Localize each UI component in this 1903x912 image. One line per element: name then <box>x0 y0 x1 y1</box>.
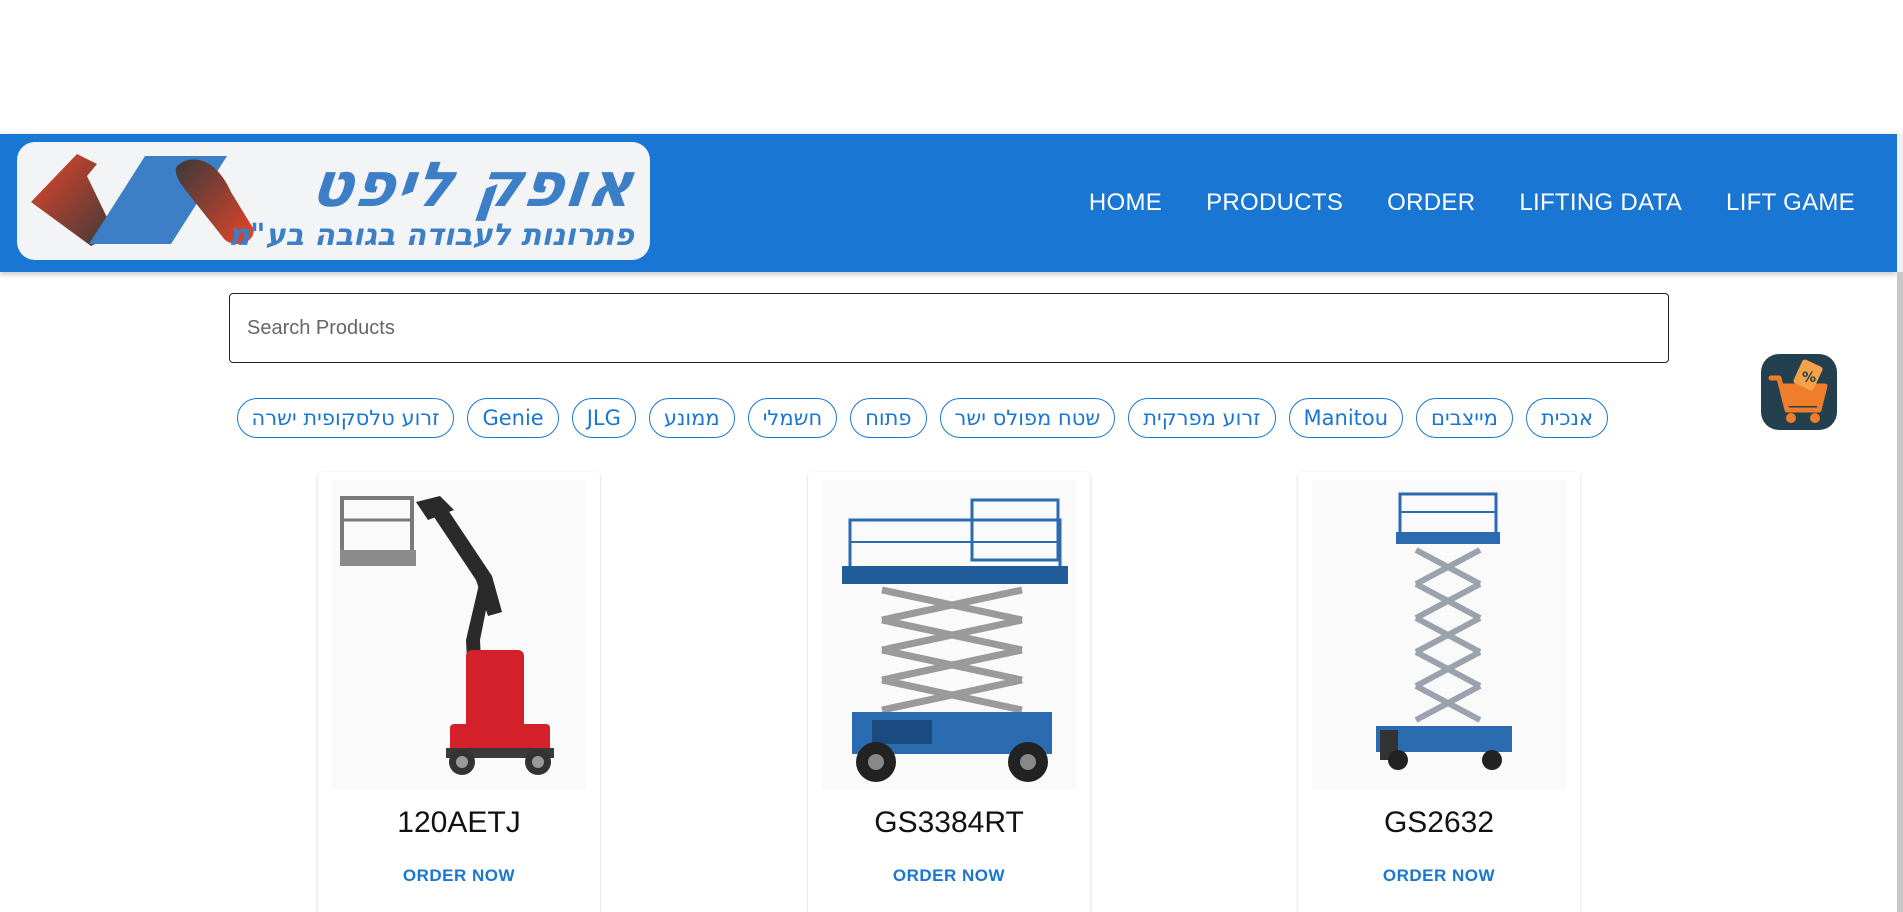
nav-home[interactable]: HOME <box>1067 189 1184 217</box>
svg-text:%: % <box>1802 370 1816 386</box>
product-name: 120AETJ <box>397 806 521 839</box>
main-nav: HOME PRODUCTS ORDER LIFTING DATA LIFT GA… <box>1067 134 1877 272</box>
scrollbar-thumb[interactable] <box>1897 272 1903 912</box>
order-now-button[interactable]: ORDER NOW <box>808 866 1090 886</box>
chip-jlg[interactable]: JLG <box>571 398 636 438</box>
logo[interactable]: אופק ליפט פתרונות לעבודה בגובה בע"מ <box>17 142 650 260</box>
order-now-button[interactable]: ORDER NOW <box>318 866 600 886</box>
rough-terrain-scissor-lift-icon <box>842 498 1068 782</box>
nav-order[interactable]: ORDER <box>1365 189 1497 217</box>
product-image[interactable] <box>822 480 1076 790</box>
product-card[interactable]: GS3384RT ORDER NOW <box>808 472 1090 912</box>
chip-genie[interactable]: Genie <box>467 398 559 438</box>
chip-open[interactable]: פתוח <box>850 398 927 438</box>
nav-lifting-data[interactable]: LIFTING DATA <box>1497 189 1704 217</box>
discount-cart-button[interactable]: % <box>1761 354 1837 430</box>
top-blank-area <box>0 0 1903 134</box>
product-image[interactable] <box>1312 480 1566 790</box>
chip-electric[interactable]: חשמלי <box>747 398 838 438</box>
chip-outriggers[interactable]: מייצבים <box>1416 398 1513 438</box>
chip-level-terrain[interactable]: שטח מפולס ישר <box>939 398 1116 438</box>
chip-telescopic-boom[interactable]: זרוע טלסקופית ישרה <box>236 398 455 438</box>
slab-scissor-lift-icon <box>1376 492 1512 770</box>
nav-products[interactable]: PRODUCTS <box>1184 189 1365 217</box>
product-card[interactable]: GS2632 ORDER NOW <box>1298 472 1580 912</box>
product-image[interactable] <box>332 480 586 790</box>
app-bar: אופק ליפט פתרונות לעבודה בגובה בע"מ HOME… <box>0 134 1897 272</box>
chip-engine[interactable]: ממונע <box>648 398 735 438</box>
chip-manitou[interactable]: Manitou <box>1288 398 1404 438</box>
product-name: GS3384RT <box>874 806 1024 839</box>
product-name: GS2632 <box>1383 806 1495 839</box>
logo-title: אופק ליפט <box>306 148 640 221</box>
logo-subtitle: פתרונות לעבודה בגובה בע"מ <box>228 218 634 253</box>
articulated-boom-lift-icon <box>340 496 554 775</box>
nav-lift-game[interactable]: LIFT GAME <box>1704 189 1877 217</box>
chip-articulated-boom[interactable]: זרוע מפרקית <box>1128 398 1276 438</box>
search-input[interactable] <box>247 316 1668 340</box>
filter-chips: אנכית מייצבים Manitou זרוע מפרקית שטח מפ… <box>236 398 1608 438</box>
chip-vertical[interactable]: אנכית <box>1525 398 1608 438</box>
search-box <box>229 293 1669 363</box>
shopping-cart-discount-icon: % <box>1768 359 1828 423</box>
order-now-button[interactable]: ORDER NOW <box>1298 866 1580 886</box>
product-card[interactable]: 120AETJ ORDER NOW <box>318 472 600 912</box>
